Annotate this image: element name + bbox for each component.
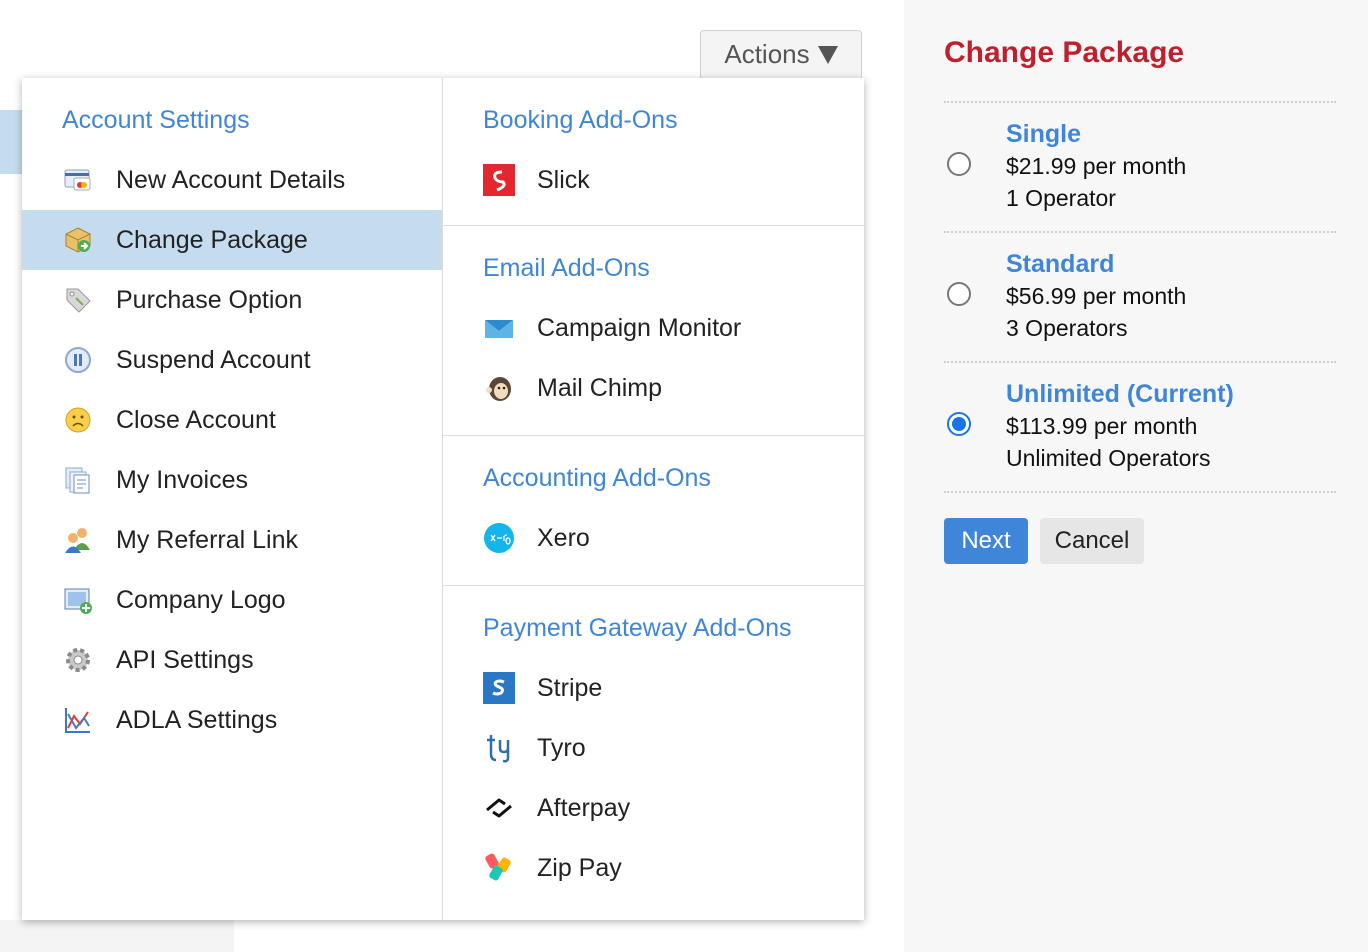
- plan-option-single[interactable]: Single $21.99 per month 1 Operator: [944, 116, 1336, 212]
- stripe-icon: [483, 672, 515, 704]
- booking-addons-section: Booking Add-Ons Slick: [443, 78, 864, 226]
- background-footer: [0, 920, 234, 952]
- plan-operators: 3 Operators: [1006, 315, 1128, 341]
- gear-icon: [62, 644, 94, 676]
- menu-item-label: Stripe: [537, 673, 603, 702]
- menu-item-label: Xero: [537, 523, 590, 552]
- menu-item-adla-settings[interactable]: ADLA Settings: [22, 690, 442, 750]
- accounting-addons-section: Accounting Add-Ons Xero: [443, 436, 864, 586]
- menu-item-mail-chimp[interactable]: Mail Chimp: [443, 358, 864, 418]
- menu-item-change-package[interactable]: Change Package: [22, 210, 442, 270]
- menu-item-label: Close Account: [116, 405, 276, 434]
- plan-radio-single[interactable]: [947, 152, 971, 176]
- cancel-button[interactable]: Cancel: [1040, 518, 1144, 564]
- plan-name: Unlimited (Current): [1006, 380, 1234, 408]
- plan-operators: Unlimited Operators: [1006, 445, 1211, 471]
- actions-dropdown-menu: Account Settings New Account Details Cha…: [22, 78, 864, 920]
- menu-item-afterpay[interactable]: Afterpay: [443, 778, 864, 838]
- email-addons-heading: Email Add-Ons: [483, 254, 650, 282]
- menu-item-purchase-option[interactable]: Purchase Option: [22, 270, 442, 330]
- next-button[interactable]: Next: [944, 518, 1028, 564]
- plan-radio-unlimited[interactable]: [947, 412, 971, 436]
- menu-item-close-account[interactable]: Close Account: [22, 390, 442, 450]
- menu-item-my-invoices[interactable]: My Invoices: [22, 450, 442, 510]
- account-settings-heading: Account Settings: [62, 106, 250, 134]
- chart-icon: [62, 704, 94, 736]
- booking-addons-heading: Booking Add-Ons: [483, 106, 678, 134]
- plan-name: Single: [1006, 120, 1082, 148]
- plan-option-standard[interactable]: Standard $56.99 per month 3 Operators: [944, 246, 1336, 342]
- slick-logo-icon: [483, 164, 515, 196]
- afterpay-icon: [483, 792, 515, 824]
- plan-option-unlimited[interactable]: Unlimited (Current) $113.99 per month Un…: [944, 376, 1336, 472]
- menu-item-label: My Referral Link: [116, 525, 298, 554]
- menu-item-new-account-details[interactable]: New Account Details: [22, 150, 442, 210]
- caret-down-icon: [817, 45, 838, 64]
- plan-name: Standard: [1006, 250, 1115, 278]
- menu-item-tyro[interactable]: Tyro: [443, 718, 864, 778]
- users-icon: [62, 524, 94, 556]
- credit-card-icon: [62, 164, 94, 196]
- divider: [944, 491, 1336, 493]
- campaign-monitor-icon: [483, 312, 515, 344]
- plan-radio-standard[interactable]: [947, 282, 971, 306]
- plan-price: $21.99 per month: [1006, 153, 1187, 179]
- payment-gateway-addons-section: Payment Gateway Add-Ons Stripe Tyro Afte…: [443, 586, 864, 920]
- menu-item-label: Tyro: [537, 733, 586, 762]
- menu-item-label: Zip Pay: [537, 853, 622, 882]
- menu-item-stripe[interactable]: Stripe: [443, 658, 864, 718]
- menu-item-my-referral-link[interactable]: My Referral Link: [22, 510, 442, 570]
- tag-icon: [62, 284, 94, 316]
- sad-face-icon: [62, 404, 94, 436]
- menu-item-slick[interactable]: Slick: [443, 150, 864, 210]
- menu-item-label: Company Logo: [116, 585, 286, 614]
- panel-title: Change Package: [944, 36, 1185, 69]
- menu-item-label: Afterpay: [537, 793, 631, 822]
- menu-item-label: ADLA Settings: [116, 705, 278, 734]
- invoices-icon: [62, 464, 94, 496]
- change-package-panel: Change Package Single $21.99 per month 1…: [904, 0, 1368, 952]
- image-add-icon: [62, 584, 94, 616]
- menu-item-company-logo[interactable]: Company Logo: [22, 570, 442, 630]
- menu-item-label: New Account Details: [116, 165, 346, 194]
- menu-item-label: My Invoices: [116, 465, 248, 494]
- menu-item-label: Purchase Option: [116, 285, 303, 314]
- mailchimp-icon: [483, 372, 515, 404]
- divider: [944, 361, 1336, 363]
- pause-icon: [62, 344, 94, 376]
- plan-operators: 1 Operator: [1006, 185, 1116, 211]
- account-settings-column: Account Settings New Account Details Cha…: [22, 78, 443, 920]
- menu-item-label: Slick: [537, 165, 590, 194]
- menu-item-campaign-monitor[interactable]: Campaign Monitor: [443, 298, 864, 358]
- package-icon: [62, 224, 94, 256]
- menu-item-label: Change Package: [116, 225, 308, 254]
- payment-gateway-addons-heading: Payment Gateway Add-Ons: [483, 614, 792, 642]
- zippay-icon: [483, 852, 515, 884]
- actions-label: Actions: [724, 39, 810, 69]
- menu-item-api-settings[interactable]: API Settings: [22, 630, 442, 690]
- tyro-icon: [483, 732, 515, 764]
- background-row-highlight: [0, 110, 24, 174]
- menu-item-label: Mail Chimp: [537, 373, 663, 402]
- menu-item-xero[interactable]: Xero: [443, 508, 864, 568]
- actions-button[interactable]: Actions: [700, 30, 862, 78]
- menu-item-label: Suspend Account: [116, 345, 311, 374]
- accounting-addons-heading: Accounting Add-Ons: [483, 464, 711, 492]
- email-addons-section: Email Add-Ons Campaign Monitor Mail Chim…: [443, 226, 864, 436]
- plan-price: $113.99 per month: [1006, 413, 1198, 439]
- menu-item-label: Campaign Monitor: [537, 313, 742, 342]
- menu-item-suspend-account[interactable]: Suspend Account: [22, 330, 442, 390]
- menu-item-zip-pay[interactable]: Zip Pay: [443, 838, 864, 898]
- addons-column: Booking Add-Ons Slick Email Add-Ons Camp…: [443, 78, 864, 920]
- xero-icon: [483, 522, 515, 554]
- menu-item-label: API Settings: [116, 645, 254, 674]
- plan-price: $56.99 per month: [1006, 283, 1187, 309]
- divider: [944, 231, 1336, 233]
- divider: [944, 101, 1336, 103]
